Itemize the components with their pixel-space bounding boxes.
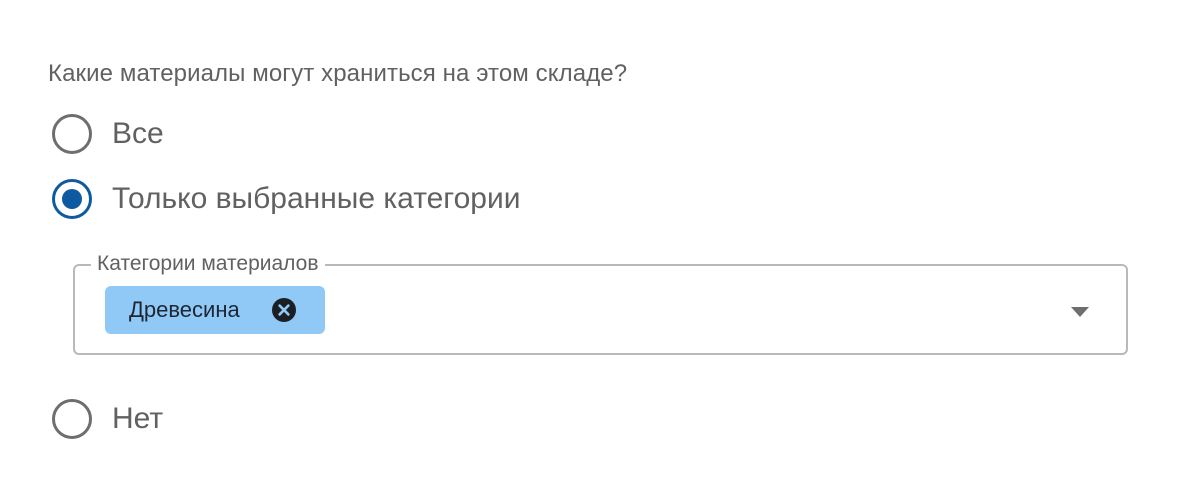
category-chip-label: Древесина: [129, 297, 240, 322]
close-circle-icon[interactable]: [271, 297, 297, 323]
radio-label-selected-categories: Только выбранные категории: [112, 182, 521, 215]
material-categories-select[interactable]: Категории материалов Древесина: [73, 250, 1128, 355]
radio-option-selected-categories[interactable]: Только выбранные категории: [48, 179, 520, 219]
radio-label-all: Все: [112, 117, 164, 150]
radio-option-all[interactable]: Все: [48, 114, 164, 154]
material-categories-legend: Категории материалов: [91, 250, 325, 278]
radio-label-none: Нет: [112, 402, 164, 435]
radio-option-none[interactable]: Нет: [48, 399, 163, 439]
caret-down-icon[interactable]: [1070, 306, 1090, 318]
radio-unchecked-icon[interactable]: [52, 114, 92, 154]
radio-checked-icon[interactable]: [52, 179, 92, 219]
radio-unchecked-icon[interactable]: [52, 399, 92, 439]
radio-dot: [62, 189, 82, 209]
question-label: Какие материалы могут храниться на этом …: [48, 60, 628, 87]
category-chip: Древесина: [105, 286, 325, 334]
